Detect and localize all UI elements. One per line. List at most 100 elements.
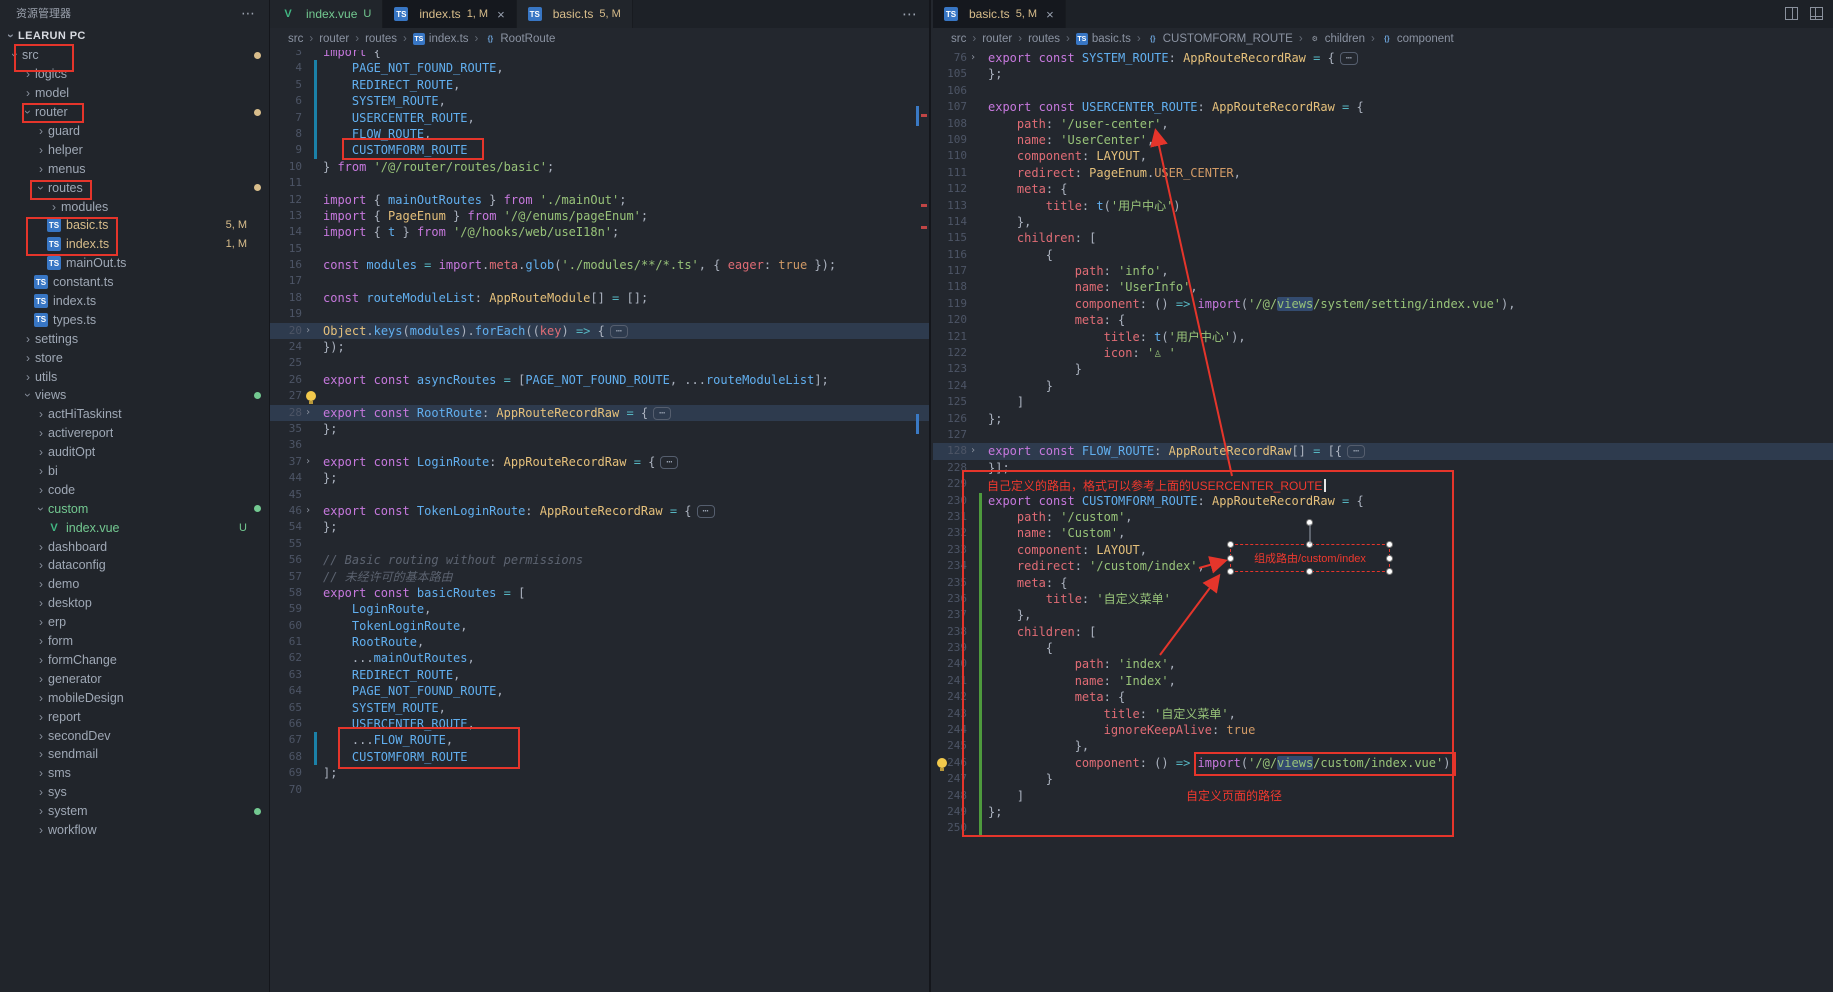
code-line[interactable]: 244 ignoreKeepAlive: true bbox=[933, 722, 1833, 738]
line-number[interactable]: 128 bbox=[933, 443, 967, 459]
code-line[interactable]: 36 bbox=[270, 437, 929, 453]
code-line[interactable]: 12import { mainOutRoutes } from './mainO… bbox=[270, 192, 929, 208]
tree-item-demo[interactable]: ›demo bbox=[0, 575, 269, 594]
code-line[interactable]: 19 bbox=[270, 306, 929, 322]
project-root[interactable]: › LEARUN PC bbox=[0, 26, 269, 46]
code-line[interactable]: 76›export const SYSTEM_ROUTE: AppRouteRe… bbox=[933, 50, 1833, 66]
code-line[interactable]: 231 path: '/custom', bbox=[933, 509, 1833, 525]
line-number[interactable]: 4 bbox=[270, 60, 302, 76]
line-number[interactable]: 24 bbox=[270, 339, 302, 355]
line-number[interactable]: 247 bbox=[933, 771, 967, 787]
code-line[interactable]: 118 name: 'UserInfo', bbox=[933, 279, 1833, 295]
breadcrumb-item-router[interactable]: router bbox=[982, 33, 1012, 45]
tree-item-helper[interactable]: ›helper bbox=[0, 140, 269, 159]
line-number[interactable]: 20 bbox=[270, 323, 302, 339]
code-line[interactable]: 64 PAGE_NOT_FOUND_ROUTE, bbox=[270, 683, 929, 699]
line-number[interactable]: 59 bbox=[270, 601, 302, 617]
breadcrumb-item-basic-ts[interactable]: TSbasic.ts bbox=[1076, 33, 1131, 45]
tab-basic-ts[interactable]: TSbasic.ts5, M× bbox=[933, 0, 1066, 28]
breadcrumb-item-children[interactable]: ⚙children bbox=[1309, 33, 1365, 45]
code-line[interactable]: 4 PAGE_NOT_FOUND_ROUTE, bbox=[270, 60, 929, 76]
line-number[interactable]: 54 bbox=[270, 519, 302, 535]
line-number[interactable]: 235 bbox=[933, 575, 967, 591]
tree-item-routes[interactable]: ›routes bbox=[0, 178, 269, 197]
tree-item-desktop[interactable]: ›desktop bbox=[0, 594, 269, 613]
line-number[interactable]: 26 bbox=[270, 372, 302, 388]
line-number[interactable]: 60 bbox=[270, 618, 302, 634]
rotate-handle[interactable] bbox=[1306, 519, 1313, 526]
tree-item-seconddev[interactable]: ›secondDev bbox=[0, 726, 269, 745]
line-number[interactable]: 25 bbox=[270, 355, 302, 371]
code-line[interactable]: 13import { PageEnum } from '/@/enums/pag… bbox=[270, 208, 929, 224]
code-line[interactable]: 242 meta: { bbox=[933, 689, 1833, 705]
line-number[interactable]: 56 bbox=[270, 552, 302, 568]
line-number[interactable]: 18 bbox=[270, 290, 302, 306]
line-number[interactable]: 10 bbox=[270, 159, 302, 175]
folded-code-pill[interactable]: ⋯ bbox=[660, 456, 678, 469]
code-line[interactable]: 57// 未经许可的基本路由 bbox=[270, 569, 929, 585]
tree-item-router[interactable]: ›router bbox=[0, 103, 269, 122]
line-number[interactable]: 11 bbox=[270, 175, 302, 191]
selection-handle[interactable] bbox=[1386, 568, 1393, 575]
tree-item-mobiledesign[interactable]: ›mobileDesign bbox=[0, 688, 269, 707]
code-line[interactable]: 7 USERCENTER_ROUTE, bbox=[270, 110, 929, 126]
customize-layout-icon[interactable] bbox=[1810, 7, 1823, 20]
code-line[interactable]: 68 CUSTOMFORM_ROUTE bbox=[270, 749, 929, 765]
code-line[interactable]: 109 name: 'UserCenter', bbox=[933, 132, 1833, 148]
fold-chevron-icon[interactable]: › bbox=[967, 443, 979, 459]
line-number[interactable]: 243 bbox=[933, 706, 967, 722]
line-number[interactable]: 124 bbox=[933, 378, 967, 394]
code-line[interactable]: 24}); bbox=[270, 339, 929, 355]
line-number[interactable]: 115 bbox=[933, 230, 967, 246]
line-number[interactable]: 116 bbox=[933, 247, 967, 263]
line-number[interactable]: 123 bbox=[933, 361, 967, 377]
line-number[interactable]: 16 bbox=[270, 257, 302, 273]
tree-item-utils[interactable]: ›utils bbox=[0, 367, 269, 386]
code-line[interactable]: 44}; bbox=[270, 470, 929, 486]
tree-item-src[interactable]: ›src bbox=[0, 46, 269, 65]
code-editor-basic-ts[interactable]: 76›export const SYSTEM_ROUTE: AppRouteRe… bbox=[933, 50, 1833, 837]
tree-item-erp[interactable]: ›erp bbox=[0, 613, 269, 632]
line-number[interactable]: 249 bbox=[933, 804, 967, 820]
tree-item-sys[interactable]: ›sys bbox=[0, 783, 269, 802]
code-line[interactable]: 128›export const FLOW_ROUTE: AppRouteRec… bbox=[933, 443, 1833, 459]
line-number[interactable]: 14 bbox=[270, 224, 302, 240]
tree-item-system[interactable]: ›system bbox=[0, 802, 269, 821]
line-number[interactable]: 67 bbox=[270, 732, 302, 748]
line-number[interactable]: 7 bbox=[270, 110, 302, 126]
line-number[interactable]: 15 bbox=[270, 241, 302, 257]
line-number[interactable]: 239 bbox=[933, 640, 967, 656]
folded-code-pill[interactable]: ⋯ bbox=[653, 407, 671, 420]
breadcrumb-item-router[interactable]: router bbox=[319, 33, 349, 45]
line-number[interactable]: 229 bbox=[933, 476, 967, 492]
editor-actions-more-icon[interactable]: ⋯ bbox=[902, 5, 917, 23]
line-number[interactable]: 119 bbox=[933, 296, 967, 312]
line-number[interactable]: 28 bbox=[270, 405, 302, 421]
lightbulb-icon[interactable] bbox=[937, 758, 947, 768]
code-line[interactable]: 113 title: t('用户中心') bbox=[933, 198, 1833, 214]
line-number[interactable]: 125 bbox=[933, 394, 967, 410]
line-number[interactable]: 35 bbox=[270, 421, 302, 437]
fold-chevron-icon[interactable]: › bbox=[302, 454, 314, 470]
line-number[interactable]: 8 bbox=[270, 126, 302, 142]
tree-item-store[interactable]: ›store bbox=[0, 348, 269, 367]
line-number[interactable]: 27 bbox=[270, 388, 302, 404]
tree-item-activereport[interactable]: ›activereport bbox=[0, 424, 269, 443]
code-line[interactable]: 126}; bbox=[933, 411, 1833, 427]
breadcrumb-item-rootroute[interactable]: {}RootRoute bbox=[484, 33, 555, 45]
line-number[interactable]: 232 bbox=[933, 525, 967, 541]
line-number[interactable]: 63 bbox=[270, 667, 302, 683]
line-number[interactable]: 121 bbox=[933, 329, 967, 345]
tree-item-auditopt[interactable]: ›auditOpt bbox=[0, 443, 269, 462]
code-line[interactable]: 114 }, bbox=[933, 214, 1833, 230]
code-line[interactable]: 61 RootRoute, bbox=[270, 634, 929, 650]
line-number[interactable]: 111 bbox=[933, 165, 967, 181]
line-number[interactable]: 6 bbox=[270, 93, 302, 109]
code-line[interactable]: 111 redirect: PageEnum.USER_CENTER, bbox=[933, 165, 1833, 181]
code-line[interactable]: 105}; bbox=[933, 66, 1833, 82]
line-number[interactable]: 61 bbox=[270, 634, 302, 650]
line-number[interactable]: 76 bbox=[933, 50, 967, 66]
tree-item-bi[interactable]: ›bi bbox=[0, 462, 269, 481]
code-line[interactable]: 67 ...FLOW_ROUTE, bbox=[270, 732, 929, 748]
code-line[interactable]: 107export const USERCENTER_ROUTE: AppRou… bbox=[933, 99, 1833, 115]
